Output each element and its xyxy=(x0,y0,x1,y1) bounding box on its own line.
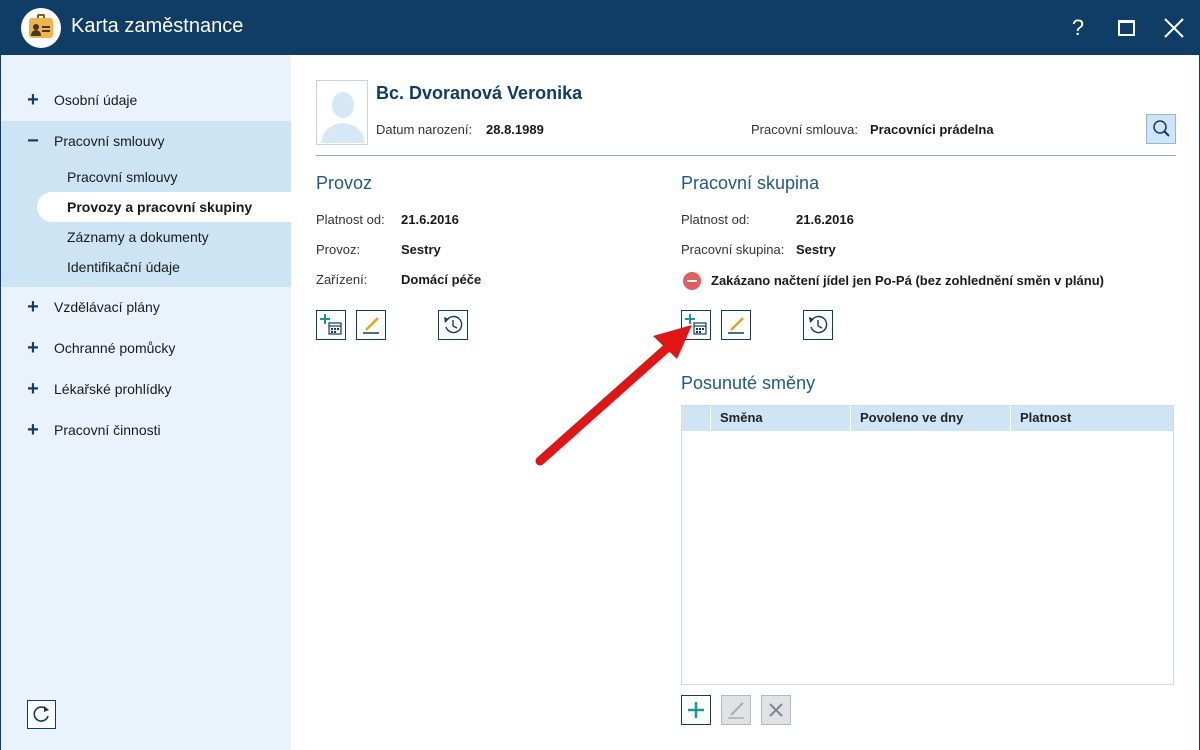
skupina-valid-from-value: 21.6.2016 xyxy=(796,212,854,227)
column-header-povoleno[interactable]: Povoleno ve dny xyxy=(860,410,963,425)
sidebar: + Osobní údaje − Pracovní smlouvy Pracov… xyxy=(0,55,292,750)
provoz-valid-from-value: 21.6.2016 xyxy=(401,212,459,227)
sidebar-subitem-identifikacni[interactable]: Identifikační údaje xyxy=(1,252,292,282)
sidebar-item-pracovni-cinnosti[interactable]: + Pracovní činnosti xyxy=(1,410,292,451)
search-icon xyxy=(1153,120,1170,137)
provoz-valid-from-label: Platnost od: xyxy=(316,212,385,227)
pencil-icon xyxy=(728,317,744,334)
zarizeni-value: Domácí péče xyxy=(401,272,482,287)
skupina-edit-button[interactable] xyxy=(721,310,751,340)
expand-icon: + xyxy=(27,337,39,359)
contract-value: Pracovníci prádelna xyxy=(870,122,994,137)
window-title: Karta zaměstnance xyxy=(71,15,244,37)
sidebar-subitem-label: Identifikační údaje xyxy=(67,259,180,275)
contract-label: Pracovní smlouva: xyxy=(751,122,858,137)
delete-shift-button[interactable] xyxy=(761,695,791,725)
provoz-value: Sestry xyxy=(401,242,441,257)
sidebar-item-label: Lékařské prohlídky xyxy=(54,381,172,397)
skupina-value: Sestry xyxy=(796,242,836,257)
sidebar-item-label: Osobní údaje xyxy=(54,92,138,108)
header-divider xyxy=(316,155,1176,156)
sidebar-subitem-label: Záznamy a dokumenty xyxy=(67,229,209,245)
provoz-edit-button[interactable] xyxy=(356,310,386,340)
employee-name: Bc. Dvoranová Veronika xyxy=(376,83,583,103)
sidebar-item-label: Ochranné pomůcky xyxy=(54,340,176,356)
person-placeholder-icon xyxy=(321,92,365,143)
forbidden-icon xyxy=(683,272,701,290)
edit-shift-button[interactable] xyxy=(721,695,751,725)
sidebar-subitem-zaznamy[interactable]: Záznamy a dokumenty xyxy=(1,222,292,252)
skupina-history-button[interactable] xyxy=(803,310,833,340)
skupina-valid-from-label: Platnost od: xyxy=(681,212,750,227)
close-icon xyxy=(1164,18,1184,38)
skupina-add-period-button[interactable] xyxy=(681,310,711,340)
expand-icon: + xyxy=(27,89,39,111)
skupina-label: Pracovní skupina: xyxy=(681,242,785,257)
birth-date-value: 28.8.1989 xyxy=(486,122,544,137)
provoz-add-period-button[interactable] xyxy=(316,310,346,340)
sidebar-item-label: Vzdělávací plány xyxy=(54,299,160,315)
provoz-label: Provoz: xyxy=(316,242,361,257)
calendar-add-icon xyxy=(685,314,707,335)
skupina-title: Pracovní skupina xyxy=(681,173,820,193)
sidebar-subitem-provozy[interactable]: Provozy a pracovní skupiny xyxy=(37,192,292,222)
zarizeni-label: Zařízení: xyxy=(316,272,368,287)
history-clock-icon xyxy=(444,315,463,334)
sidebar-subitem-label: Pracovní smlouvy xyxy=(67,169,178,185)
column-header-smena[interactable]: Směna xyxy=(720,410,763,425)
shifts-table[interactable]: Směna Povoleno ve dny Platnost xyxy=(681,405,1174,685)
column-header-platnost[interactable]: Platnost xyxy=(1020,410,1071,425)
sidebar-item-vzdelavaci-plany[interactable]: + Vzdělávací plány xyxy=(1,287,292,328)
search-button[interactable] xyxy=(1146,114,1176,144)
maximize-icon xyxy=(1118,20,1135,36)
provoz-history-button[interactable] xyxy=(438,310,468,340)
expand-icon: + xyxy=(27,419,39,441)
sidebar-item-label: Pracovní činnosti xyxy=(54,422,161,438)
refresh-icon xyxy=(33,706,49,722)
expand-icon: + xyxy=(27,378,39,400)
sidebar-subitem-label: Provozy a pracovní skupiny xyxy=(67,199,253,215)
sidebar-item-label: Pracovní smlouvy xyxy=(54,133,165,149)
sidebar-item-ochranne-pomucky[interactable]: + Ochranné pomůcky xyxy=(1,328,292,369)
provoz-title: Provoz xyxy=(316,173,373,193)
sidebar-item-pracovni-smlouvy[interactable]: − Pracovní smlouvy xyxy=(1,121,292,162)
pencil-icon xyxy=(363,317,379,334)
sidebar-item-lekarske-prohlidky[interactable]: + Lékařské prohlídky xyxy=(1,369,292,410)
sidebar-item-osobni-udaje[interactable]: + Osobní údaje xyxy=(1,80,292,121)
history-clock-icon xyxy=(809,315,828,334)
pencil-icon xyxy=(728,702,744,719)
employee-card-icon xyxy=(21,8,61,48)
title-bar: Karta zaměstnance ? xyxy=(0,0,1200,55)
shifts-table-header: Směna Povoleno ve dny Platnost xyxy=(682,406,1173,431)
meal-restriction-warning: Zakázano načtení jídel jen Po-Pá (bez zo… xyxy=(711,273,1104,288)
shifts-title: Posunuté směny xyxy=(681,373,816,393)
collapse-icon: − xyxy=(27,130,39,152)
refresh-button[interactable] xyxy=(27,700,56,729)
sidebar-subitem-pracovni-smlouvy[interactable]: Pracovní smlouvy xyxy=(1,162,292,192)
close-button[interactable] xyxy=(1158,12,1190,44)
plus-icon xyxy=(688,702,704,718)
add-shift-button[interactable] xyxy=(681,695,711,725)
help-button[interactable]: ? xyxy=(1062,12,1094,44)
avatar xyxy=(316,80,368,145)
calendar-add-icon xyxy=(320,314,342,335)
close-icon xyxy=(769,703,783,717)
expand-icon: + xyxy=(27,296,39,318)
maximize-button[interactable] xyxy=(1110,12,1142,44)
birth-date-label: Datum narození: xyxy=(376,122,473,137)
